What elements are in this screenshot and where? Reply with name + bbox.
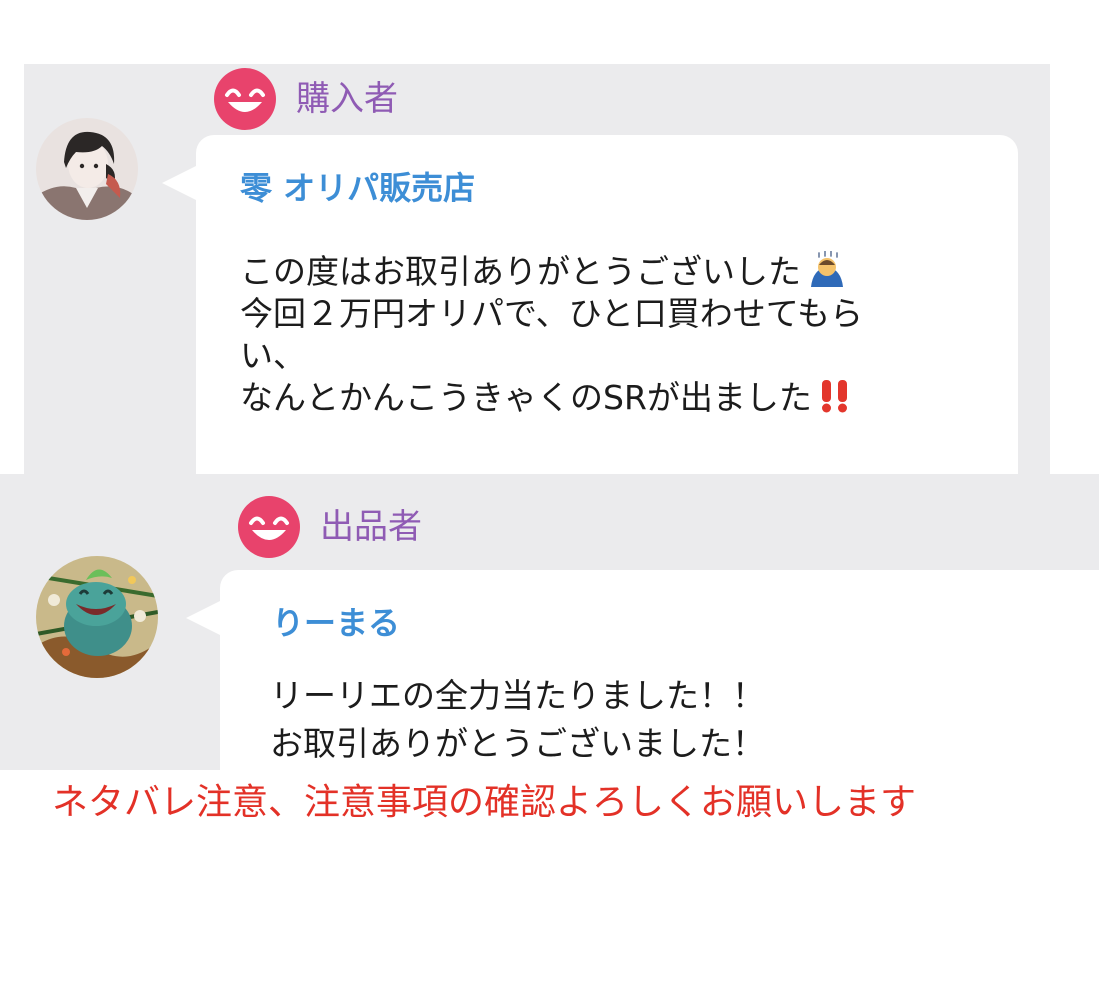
seller-sender-name: りーまる [272, 604, 401, 642]
buyer-avatar[interactable] [36, 118, 138, 220]
double-exclamation-emoji [821, 380, 847, 413]
message-line: い、 [240, 336, 306, 375]
message-line: この度はお取引ありがとうございした [240, 251, 863, 293]
message-line: 今回２万円オリパで、ひと口買わせてもら [240, 294, 864, 333]
message-line: リーリエの全力当たりました！！ [270, 676, 765, 715]
bowing-person-emoji [811, 251, 843, 287]
buyer-sender-name: 零 オリパ販売店 [240, 169, 476, 207]
buyer-role-label: 購入者 [296, 79, 398, 119]
message-line: お取引ありがとうございました！ [270, 724, 765, 763]
seller-role-label: 出品者 [320, 507, 422, 547]
buyer-role-row: 購入者 [214, 68, 398, 130]
seller-avatar[interactable] [36, 556, 158, 678]
seller-message-bubble: りーまる リーリエの全力当たりました！！ お取引ありがとうございました！ [186, 570, 1099, 770]
seller-message-text: リーリエの全力当たりました！！ お取引ありがとうございました！ [270, 672, 765, 768]
message-line: なんとかんこうきゃくのSRが出ました [240, 377, 863, 419]
grinning-face-icon [214, 68, 276, 130]
buyer-message-bubble: 零 オリパ販売店 この度はお取引ありがとうございした 今回２万円オリパで、ひと口… [162, 135, 1018, 474]
spoiler-notice: ネタバレ注意、注意事項の確認よろしくお願いします [52, 782, 917, 823]
seller-role-row: 出品者 [238, 496, 422, 558]
grinning-face-icon [238, 496, 300, 558]
buyer-message-text: この度はお取引ありがとうございした 今回２万円オリパで、ひと口買わせてもら い、… [240, 251, 863, 419]
